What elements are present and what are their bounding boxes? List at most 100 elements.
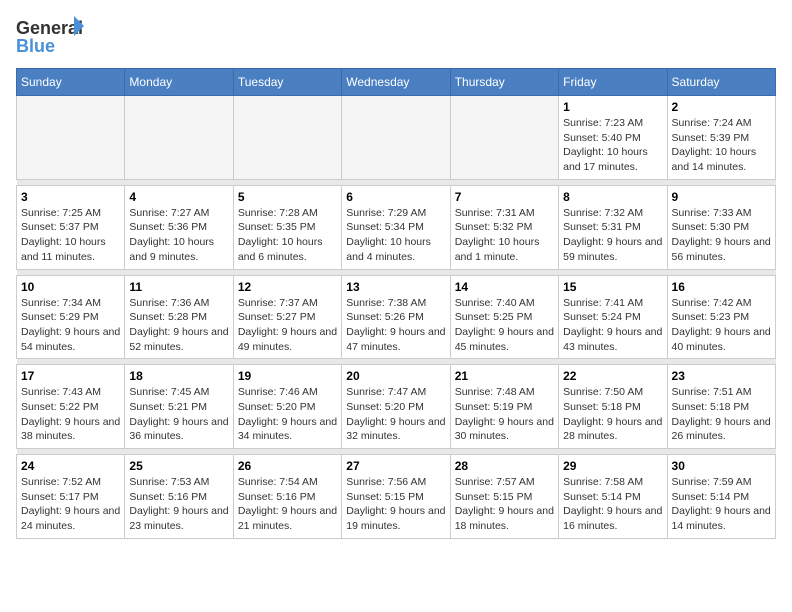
svg-text:General: General [16, 18, 83, 38]
day-info: Sunrise: 7:51 AM Sunset: 5:18 PM Dayligh… [672, 385, 771, 444]
day-info: Sunrise: 7:33 AM Sunset: 5:30 PM Dayligh… [672, 206, 771, 265]
day-info: Sunrise: 7:38 AM Sunset: 5:26 PM Dayligh… [346, 296, 445, 355]
day-number: 22 [563, 369, 662, 383]
calendar-header-friday: Friday [559, 69, 667, 96]
day-number: 11 [129, 280, 228, 294]
calendar-cell: 19 Sunrise: 7:46 AM Sunset: 5:20 PM Dayli… [233, 365, 341, 449]
day-info: Sunrise: 7:41 AM Sunset: 5:24 PM Dayligh… [563, 296, 662, 355]
calendar-header-monday: Monday [125, 69, 233, 96]
day-number: 7 [455, 190, 554, 204]
calendar-week-5: 24 Sunrise: 7:52 AM Sunset: 5:17 PM Dayli… [17, 455, 776, 539]
day-number: 28 [455, 459, 554, 473]
day-number: 9 [672, 190, 771, 204]
calendar-table: SundayMondayTuesdayWednesdayThursdayFrid… [16, 68, 776, 539]
day-info: Sunrise: 7:58 AM Sunset: 5:14 PM Dayligh… [563, 475, 662, 534]
calendar-cell: 21 Sunrise: 7:48 AM Sunset: 5:19 PM Dayli… [450, 365, 558, 449]
calendar-header-row: SundayMondayTuesdayWednesdayThursdayFrid… [17, 69, 776, 96]
day-info: Sunrise: 7:43 AM Sunset: 5:22 PM Dayligh… [21, 385, 120, 444]
calendar-cell: 22 Sunrise: 7:50 AM Sunset: 5:18 PM Dayli… [559, 365, 667, 449]
day-info: Sunrise: 7:50 AM Sunset: 5:18 PM Dayligh… [563, 385, 662, 444]
day-info: Sunrise: 7:29 AM Sunset: 5:34 PM Dayligh… [346, 206, 445, 265]
day-info: Sunrise: 7:37 AM Sunset: 5:27 PM Dayligh… [238, 296, 337, 355]
calendar-cell: 13 Sunrise: 7:38 AM Sunset: 5:26 PM Dayli… [342, 275, 450, 359]
day-info: Sunrise: 7:31 AM Sunset: 5:32 PM Dayligh… [455, 206, 554, 265]
day-number: 3 [21, 190, 120, 204]
day-number: 21 [455, 369, 554, 383]
calendar-cell: 10 Sunrise: 7:34 AM Sunset: 5:29 PM Dayli… [17, 275, 125, 359]
day-info: Sunrise: 7:46 AM Sunset: 5:20 PM Dayligh… [238, 385, 337, 444]
day-number: 10 [21, 280, 120, 294]
day-number: 17 [21, 369, 120, 383]
calendar-header-saturday: Saturday [667, 69, 775, 96]
day-number: 18 [129, 369, 228, 383]
calendar-cell: 29Sunrise: 7:58 AM Sunset: 5:14 PM Dayli… [559, 455, 667, 539]
day-info: Sunrise: 7:48 AM Sunset: 5:19 PM Dayligh… [455, 385, 554, 444]
calendar-cell: 2Sunrise: 7:24 AM Sunset: 5:39 PM Daylig… [667, 96, 775, 180]
calendar-cell: 23 Sunrise: 7:51 AM Sunset: 5:18 PM Dayli… [667, 365, 775, 449]
day-number: 4 [129, 190, 228, 204]
day-number: 25 [129, 459, 228, 473]
day-number: 23 [672, 369, 771, 383]
day-info: Sunrise: 7:36 AM Sunset: 5:28 PM Dayligh… [129, 296, 228, 355]
day-number: 8 [563, 190, 662, 204]
day-number: 12 [238, 280, 337, 294]
calendar-cell: 25 Sunrise: 7:53 AM Sunset: 5:16 PM Dayli… [125, 455, 233, 539]
calendar-cell: 15 Sunrise: 7:41 AM Sunset: 5:24 PM Dayli… [559, 275, 667, 359]
calendar-header-thursday: Thursday [450, 69, 558, 96]
calendar-cell [342, 96, 450, 180]
day-number: 20 [346, 369, 445, 383]
svg-text:Blue: Blue [16, 36, 55, 56]
calendar-header-sunday: Sunday [17, 69, 125, 96]
day-number: 14 [455, 280, 554, 294]
day-number: 24 [21, 459, 120, 473]
logo-icon: GeneralBlue [16, 16, 96, 56]
day-number: 26 [238, 459, 337, 473]
day-info: Sunrise: 7:54 AM Sunset: 5:16 PM Dayligh… [238, 475, 337, 534]
day-number: 30 [672, 459, 771, 473]
logo: GeneralBlue [16, 16, 96, 56]
calendar-cell: 14 Sunrise: 7:40 AM Sunset: 5:25 PM Dayli… [450, 275, 558, 359]
day-info: Sunrise: 7:32 AM Sunset: 5:31 PM Dayligh… [563, 206, 662, 265]
day-number: 16 [672, 280, 771, 294]
day-info: Sunrise: 7:53 AM Sunset: 5:16 PM Dayligh… [129, 475, 228, 534]
calendar-cell: 9 Sunrise: 7:33 AM Sunset: 5:30 PM Daylig… [667, 185, 775, 269]
calendar-week-4: 17 Sunrise: 7:43 AM Sunset: 5:22 PM Dayli… [17, 365, 776, 449]
calendar-cell: 7 Sunrise: 7:31 AM Sunset: 5:32 PM Daylig… [450, 185, 558, 269]
day-info: Sunrise: 7:25 AM Sunset: 5:37 PM Dayligh… [21, 206, 120, 265]
calendar-cell [233, 96, 341, 180]
calendar-week-1: 1 Sunrise: 7:23 AM Sunset: 5:40 PM Daylig… [17, 96, 776, 180]
calendar-cell [450, 96, 558, 180]
day-number: 1 [563, 100, 662, 114]
calendar-cell: 5 Sunrise: 7:28 AM Sunset: 5:35 PM Daylig… [233, 185, 341, 269]
calendar-cell: 26 Sunrise: 7:54 AM Sunset: 5:16 PM Dayli… [233, 455, 341, 539]
calendar-cell: 17 Sunrise: 7:43 AM Sunset: 5:22 PM Dayli… [17, 365, 125, 449]
calendar-cell: 11 Sunrise: 7:36 AM Sunset: 5:28 PM Dayli… [125, 275, 233, 359]
day-info: Sunrise: 7:57 AM Sunset: 5:15 PM Dayligh… [455, 475, 554, 534]
day-info: Sunrise: 7:28 AM Sunset: 5:35 PM Dayligh… [238, 206, 337, 265]
day-info: Sunrise: 7:23 AM Sunset: 5:40 PM Dayligh… [563, 116, 662, 175]
calendar-header-wednesday: Wednesday [342, 69, 450, 96]
calendar-cell: 28 Sunrise: 7:57 AM Sunset: 5:15 PM Dayli… [450, 455, 558, 539]
day-info: Sunrise: 7:42 AM Sunset: 5:23 PM Dayligh… [672, 296, 771, 355]
day-info: Sunrise: 7:24 AM Sunset: 5:39 PM Dayligh… [672, 116, 771, 175]
day-info: Sunrise: 7:45 AM Sunset: 5:21 PM Dayligh… [129, 385, 228, 444]
calendar-cell: 12 Sunrise: 7:37 AM Sunset: 5:27 PM Dayli… [233, 275, 341, 359]
day-info: Sunrise: 7:52 AM Sunset: 5:17 PM Dayligh… [21, 475, 120, 534]
calendar-cell: 1 Sunrise: 7:23 AM Sunset: 5:40 PM Daylig… [559, 96, 667, 180]
calendar-cell: 18 Sunrise: 7:45 AM Sunset: 5:21 PM Dayli… [125, 365, 233, 449]
day-number: 6 [346, 190, 445, 204]
day-number: 19 [238, 369, 337, 383]
day-number: 5 [238, 190, 337, 204]
calendar-cell: 24 Sunrise: 7:52 AM Sunset: 5:17 PM Dayli… [17, 455, 125, 539]
calendar-cell: 20Sunrise: 7:47 AM Sunset: 5:20 PM Dayli… [342, 365, 450, 449]
day-info: Sunrise: 7:59 AM Sunset: 5:14 PM Dayligh… [672, 475, 771, 534]
calendar-cell [17, 96, 125, 180]
calendar-cell: 3 Sunrise: 7:25 AM Sunset: 5:37 PM Daylig… [17, 185, 125, 269]
day-info: Sunrise: 7:34 AM Sunset: 5:29 PM Dayligh… [21, 296, 120, 355]
calendar-header-tuesday: Tuesday [233, 69, 341, 96]
day-number: 13 [346, 280, 445, 294]
day-info: Sunrise: 7:40 AM Sunset: 5:25 PM Dayligh… [455, 296, 554, 355]
calendar-week-3: 10 Sunrise: 7:34 AM Sunset: 5:29 PM Dayli… [17, 275, 776, 359]
calendar-cell: 16 Sunrise: 7:42 AM Sunset: 5:23 PM Dayli… [667, 275, 775, 359]
day-number: 15 [563, 280, 662, 294]
